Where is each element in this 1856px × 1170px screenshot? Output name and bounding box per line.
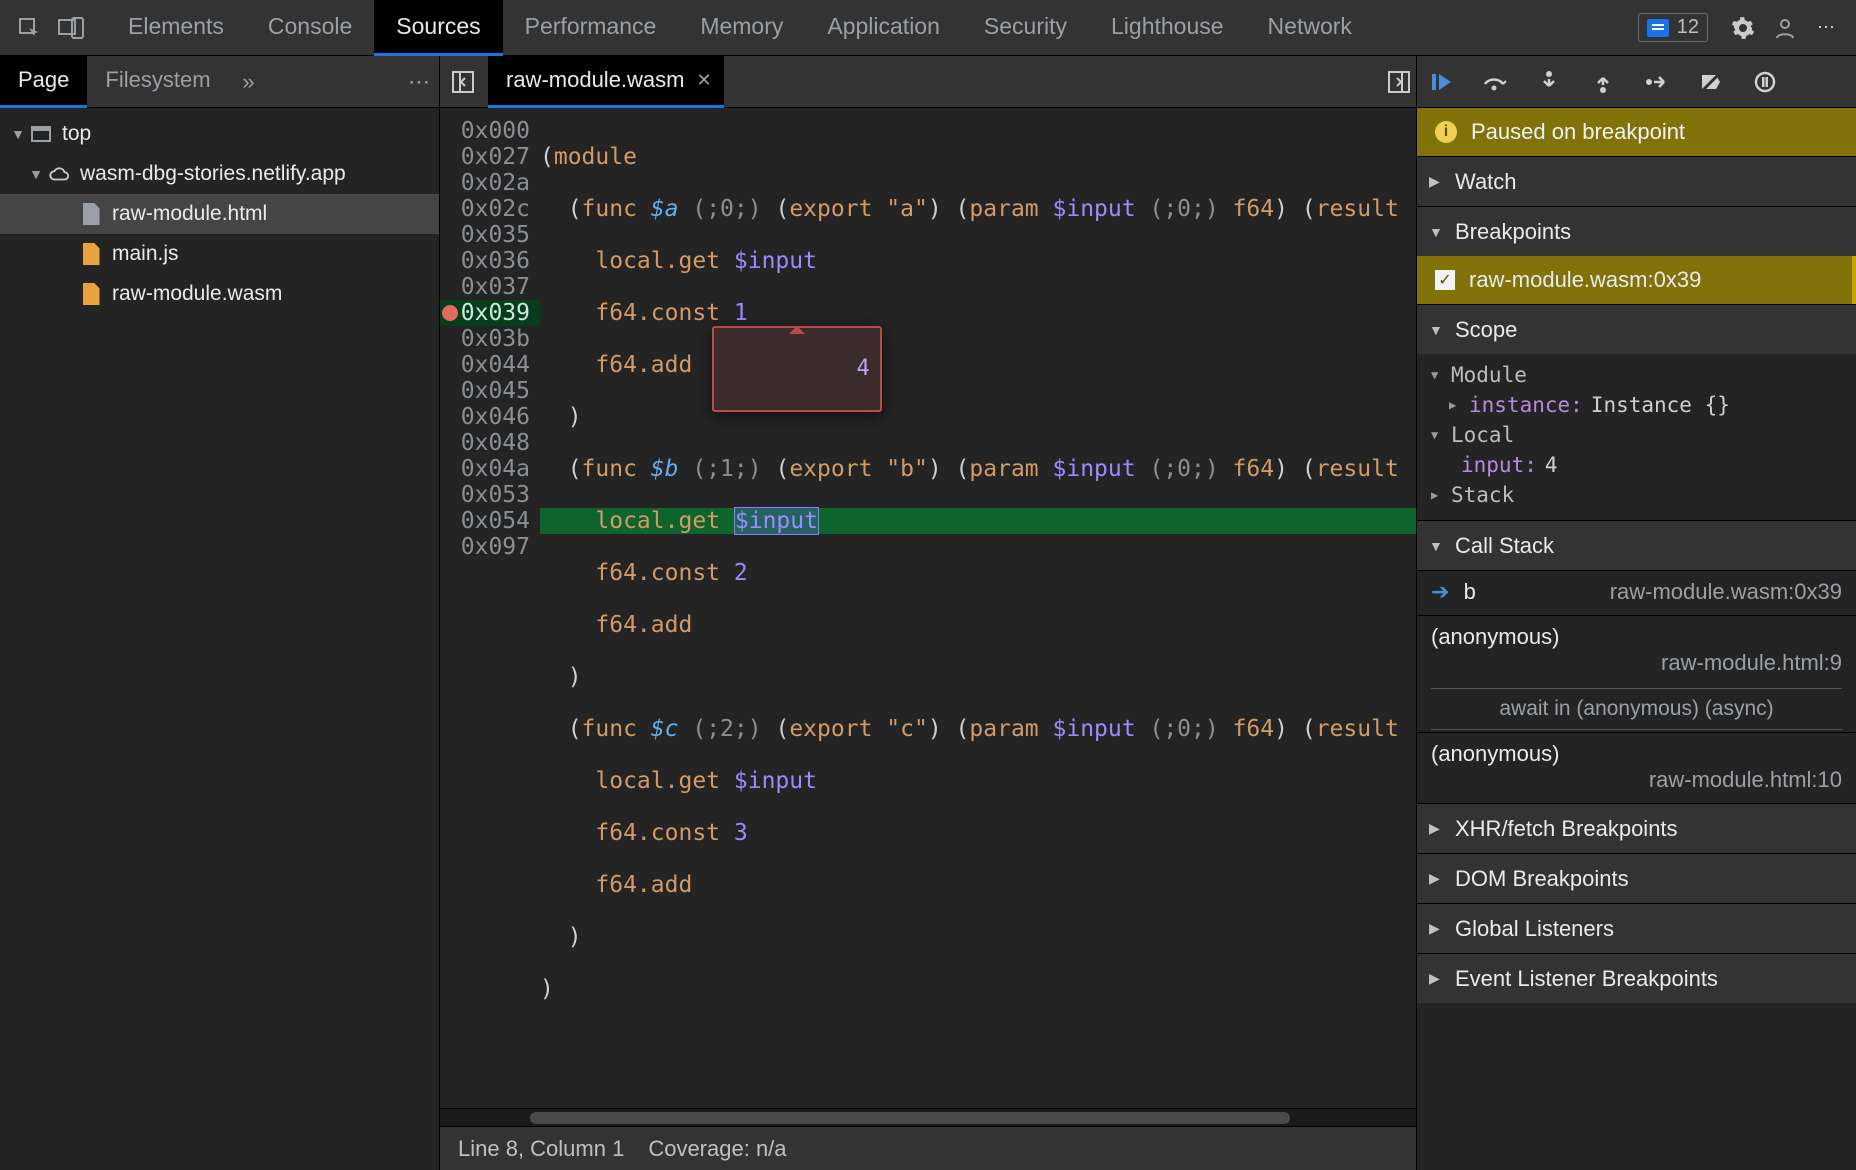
file-icon — [80, 203, 102, 225]
breakpoint-item[interactable]: ✓ raw-module.wasm:0x39 — [1417, 256, 1856, 304]
step-into-icon[interactable] — [1535, 68, 1563, 96]
issues-count: 12 — [1677, 16, 1699, 39]
tab-sources[interactable]: Sources — [374, 0, 502, 56]
editor-file-tab[interactable]: raw-module.wasm ✕ — [488, 56, 724, 108]
tab-memory[interactable]: Memory — [678, 0, 805, 56]
checkbox-icon[interactable]: ✓ — [1435, 270, 1455, 290]
tree-frame-top[interactable]: ▼ top — [0, 114, 439, 154]
file-tab-label: raw-module.wasm — [506, 67, 685, 93]
file-tree: ▼ top ▼ wasm-dbg-stories.netlify.app raw… — [0, 108, 439, 314]
code-editor[interactable]: 0x000 0x027 0x02a 0x02c 0x035 0x036 0x03… — [440, 108, 1416, 1108]
toggle-navigator-icon[interactable] — [446, 65, 480, 99]
deactivate-breakpoints-icon[interactable] — [1697, 68, 1725, 96]
cursor-position: Line 8, Column 1 — [458, 1136, 624, 1162]
tab-console[interactable]: Console — [246, 0, 374, 56]
editor-gutter[interactable]: 0x000 0x027 0x02a 0x02c 0x035 0x036 0x03… — [440, 108, 540, 1108]
current-frame-icon: ➔ — [1431, 579, 1449, 604]
section-event[interactable]: ▶Event Listener Breakpoints — [1417, 953, 1856, 1003]
coverage-status: Coverage: n/a — [648, 1136, 786, 1162]
device-toolbar-icon[interactable] — [56, 13, 86, 43]
navigator-more-icon[interactable]: » — [229, 69, 269, 95]
section-callstack[interactable]: ▼Call Stack — [1417, 520, 1856, 570]
breakpoint-marker[interactable]: 0x039 — [440, 300, 540, 326]
tab-network[interactable]: Network — [1246, 0, 1374, 56]
callstack-frame[interactable]: (anonymous) raw-module.html:9 — [1417, 615, 1856, 686]
editor-tabstrip: raw-module.wasm ✕ — [440, 56, 1416, 108]
tree-label: raw-module.wasm — [112, 282, 282, 306]
debugger-sidebar: i Paused on breakpoint ▶Watch ▼Breakpoin… — [1416, 56, 1856, 1170]
tree-origin[interactable]: ▼ wasm-dbg-stories.netlify.app — [0, 154, 439, 194]
step-over-icon[interactable] — [1481, 68, 1509, 96]
step-icon[interactable] — [1643, 68, 1671, 96]
pause-banner: i Paused on breakpoint — [1417, 108, 1856, 156]
editor-statusbar: Line 8, Column 1 Coverage: n/a — [440, 1126, 1416, 1170]
tree-label: raw-module.html — [112, 202, 267, 226]
scope-instance[interactable]: ▶instance:Instance {} — [1431, 390, 1842, 420]
navigator-menu-icon[interactable]: ⋯ — [399, 69, 439, 95]
file-icon — [80, 243, 102, 265]
sources-navigator: Page Filesystem » ⋯ ▼ top ▼ wasm-dbg-sto… — [0, 56, 440, 1170]
tree-file-html[interactable]: raw-module.html — [0, 194, 439, 234]
account-icon[interactable] — [1770, 13, 1800, 43]
disclosure-triangle-icon: ▼ — [28, 166, 44, 182]
toggle-debugger-icon[interactable] — [1382, 65, 1416, 99]
section-global[interactable]: ▶Global Listeners — [1417, 903, 1856, 953]
info-icon: i — [1435, 121, 1457, 143]
issues-chip[interactable]: 12 — [1638, 13, 1708, 42]
scope-stack[interactable]: ▶Stack — [1431, 480, 1842, 510]
section-dom[interactable]: ▶DOM Breakpoints — [1417, 853, 1856, 903]
settings-gear-icon[interactable] — [1728, 13, 1758, 43]
tab-application[interactable]: Application — [805, 0, 962, 56]
scope-local[interactable]: ▼Local — [1431, 420, 1842, 450]
issues-icon — [1647, 19, 1669, 37]
callstack-frame[interactable]: (anonymous) raw-module.html:10 — [1417, 732, 1856, 803]
navigator-tabs: Page Filesystem » ⋯ — [0, 56, 439, 108]
editor-area: raw-module.wasm ✕ 0x000 0x027 0x02a 0x02… — [440, 56, 1416, 1170]
more-menu-icon[interactable]: ⋯ — [1812, 13, 1842, 43]
close-icon[interactable]: ✕ — [697, 70, 712, 91]
code-content[interactable]: (module (func $a (;0;) (export "a") (par… — [540, 108, 1416, 1108]
tab-security[interactable]: Security — [962, 0, 1089, 56]
scope-local-input[interactable]: input:4 — [1431, 450, 1842, 480]
async-separator: await in (anonymous) (async) — [1431, 688, 1842, 730]
section-breakpoints[interactable]: ▼Breakpoints — [1417, 206, 1856, 256]
tree-file-js[interactable]: main.js — [0, 234, 439, 274]
panel-tabs: Elements Console Sources Performance Mem… — [106, 0, 1374, 56]
file-icon — [80, 283, 102, 305]
cloud-icon — [48, 163, 70, 185]
tree-file-wasm[interactable]: raw-module.wasm — [0, 274, 439, 314]
devtools-topbar: Elements Console Sources Performance Mem… — [0, 0, 1856, 56]
tab-elements[interactable]: Elements — [106, 0, 246, 56]
navigator-tab-filesystem[interactable]: Filesystem — [87, 56, 228, 108]
inspect-element-icon[interactable] — [14, 13, 44, 43]
disclosure-triangle-icon: ▼ — [10, 126, 26, 142]
current-execution-line: local.get $input — [540, 508, 1416, 534]
callstack-frame[interactable]: ➔ b raw-module.wasm:0x39 — [1417, 570, 1856, 615]
section-watch[interactable]: ▶Watch — [1417, 156, 1856, 206]
section-scope[interactable]: ▼Scope — [1417, 304, 1856, 354]
navigator-tab-page[interactable]: Page — [0, 56, 87, 108]
frame-icon — [30, 123, 52, 145]
value-tooltip: 4 — [712, 326, 882, 412]
tab-lighthouse[interactable]: Lighthouse — [1089, 0, 1246, 56]
step-out-icon[interactable] — [1589, 68, 1617, 96]
hovered-variable: $input — [734, 507, 819, 535]
editor-scrollbar[interactable] — [440, 1108, 1416, 1126]
section-xhr[interactable]: ▶XHR/fetch Breakpoints — [1417, 803, 1856, 853]
scope-module[interactable]: ▼Module — [1431, 360, 1842, 390]
tree-label: wasm-dbg-stories.netlify.app — [80, 162, 346, 186]
resume-icon[interactable] — [1427, 68, 1455, 96]
tree-label: top — [62, 122, 91, 146]
scope-tree: ▼Module ▶instance:Instance {} ▼Local inp… — [1417, 354, 1856, 520]
debugger-toolbar — [1417, 56, 1856, 108]
tree-label: main.js — [112, 242, 179, 266]
pause-exceptions-icon[interactable] — [1751, 68, 1779, 96]
tab-performance[interactable]: Performance — [503, 0, 679, 56]
